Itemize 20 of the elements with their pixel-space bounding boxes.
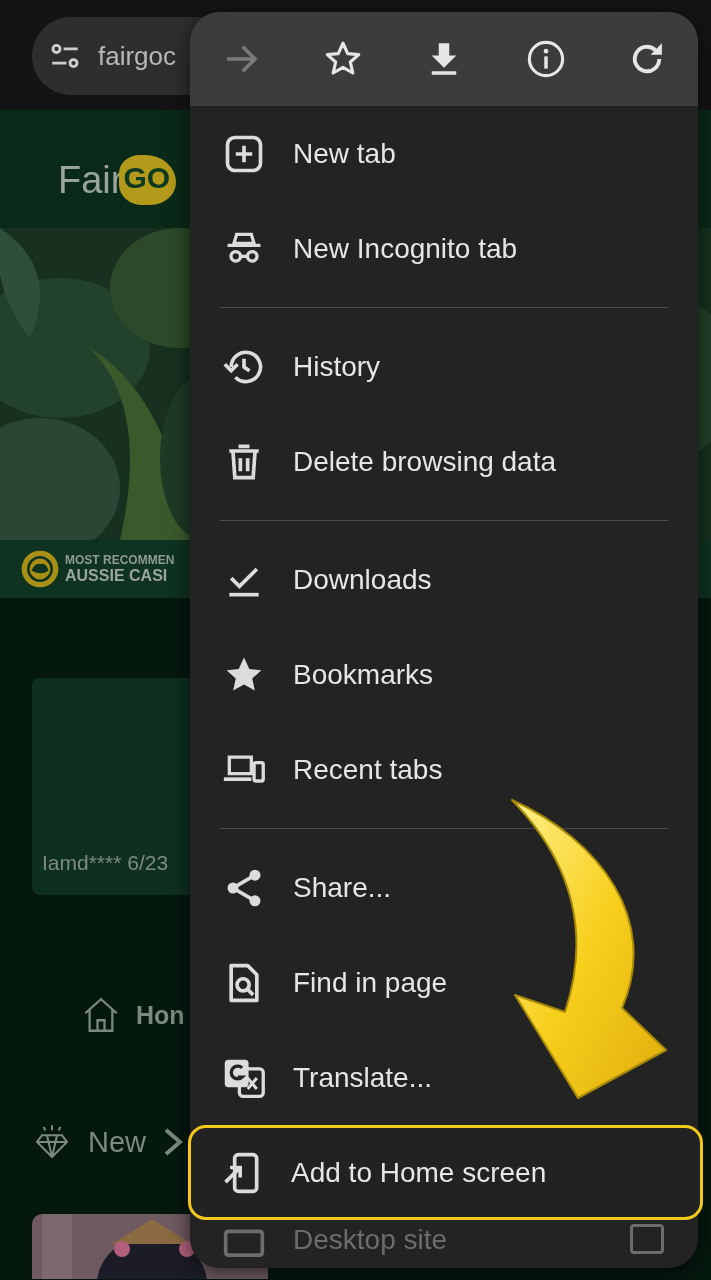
menu-item[interactable]: Share... [190,840,698,935]
chip-icon [20,549,60,589]
url-text: fairgoc [98,40,177,72]
menu-item[interactable]: New Incognito tab [190,201,698,296]
menu-item[interactable]: Find in page [190,935,698,1030]
menu-item[interactable]: Delete browsing data [190,414,698,509]
menu-item[interactable]: Recent tabs [190,722,698,817]
logo-badge: GO [119,155,177,205]
menu-item[interactable]: History [190,319,698,414]
menu-item[interactable]: Downloads [190,532,698,627]
section-title: New [88,1125,146,1159]
banner-text: MOST RECOMMEN [65,554,175,566]
menu-item[interactable]: New tab [190,106,698,201]
menu-item[interactable]: Bookmarks [190,627,698,722]
banner-title: AUSSIE CASI [65,568,169,584]
checkbox[interactable] [630,1224,664,1254]
reviewer-text: Iamd**** 6/23 [42,851,169,875]
nav-link[interactable]: Hon [136,1000,185,1030]
highlighted-menu-item[interactable]: Add to Home screen [188,1125,703,1220]
menu-item[interactable]: Translate... [190,1030,698,1125]
